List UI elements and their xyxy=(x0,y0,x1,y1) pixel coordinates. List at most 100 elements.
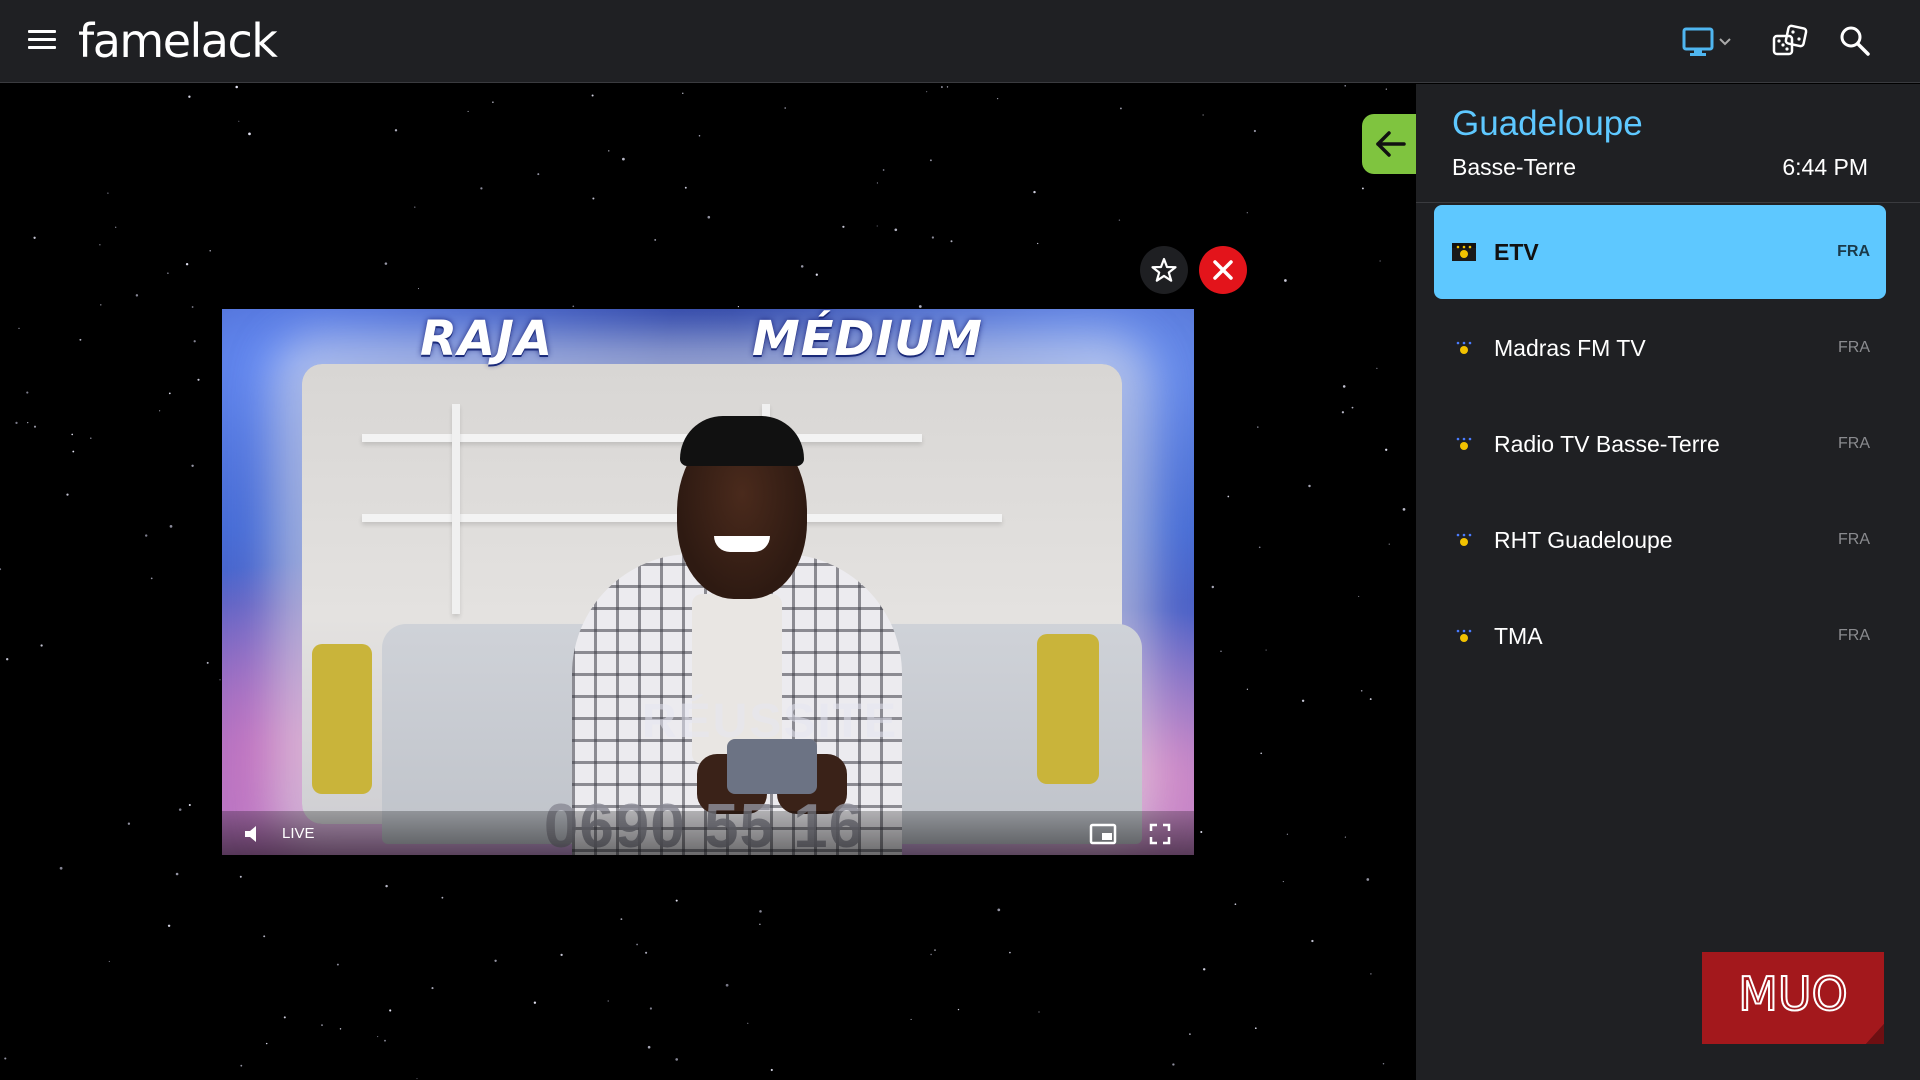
star-dot xyxy=(1379,260,1381,262)
star-dot xyxy=(27,421,29,424)
close-player-button[interactable] xyxy=(1199,246,1247,294)
star-dot xyxy=(219,679,221,681)
star-dot xyxy=(1260,752,1263,755)
star-dot xyxy=(1037,242,1039,245)
volume-icon xyxy=(245,826,256,842)
star-dot xyxy=(725,983,729,987)
star-dot xyxy=(240,1064,243,1067)
channel-item-etv[interactable]: ETV FRA xyxy=(1434,205,1886,299)
hamburger-menu-icon[interactable] xyxy=(24,26,60,56)
picture-in-picture-button[interactable] xyxy=(1088,821,1118,847)
fullscreen-button[interactable] xyxy=(1147,821,1173,847)
favorite-button[interactable] xyxy=(1140,246,1188,294)
dice-icon xyxy=(1772,24,1808,56)
star-dot xyxy=(127,822,131,825)
star-dot xyxy=(384,262,388,265)
star-dot xyxy=(707,215,711,219)
star-dot xyxy=(1370,973,1372,975)
star-dot xyxy=(150,577,153,580)
star-dot xyxy=(1344,85,1346,87)
channel-language: FRA xyxy=(1838,435,1870,452)
collapse-sidebar-button[interactable] xyxy=(1362,114,1418,174)
arrow-left-icon xyxy=(1376,131,1406,157)
star-dot xyxy=(882,169,885,171)
star-icon xyxy=(1151,257,1177,282)
star-dot xyxy=(26,391,29,394)
region-local-time: 6:44 PM xyxy=(1782,154,1868,180)
star-dot xyxy=(876,225,878,227)
star-dot xyxy=(1189,1033,1191,1035)
channel-name: RHT Guadeloupe xyxy=(1494,527,1673,553)
star-dot xyxy=(910,1018,912,1020)
star-dot xyxy=(1385,88,1387,90)
star-dot xyxy=(188,803,191,807)
video-title-right: MÉDIUM xyxy=(752,311,983,367)
star-dot xyxy=(957,1008,960,1011)
star-dot xyxy=(72,450,75,453)
star-dot xyxy=(188,95,191,98)
star-dot xyxy=(377,1036,379,1038)
star-dot xyxy=(675,1058,679,1061)
star-dot xyxy=(0,568,2,571)
star-dot xyxy=(492,101,494,103)
star-dot xyxy=(99,244,101,246)
channel-sidebar: Guadeloupe Basse-Terre 6:44 PM ETV FRA M… xyxy=(1416,84,1920,1080)
star-dot xyxy=(636,943,638,946)
star-dot xyxy=(996,97,999,100)
close-icon xyxy=(1213,260,1233,280)
star-dot xyxy=(1038,1011,1040,1013)
star-dot xyxy=(135,294,139,297)
star-dot xyxy=(1402,508,1406,511)
star-dot xyxy=(940,86,943,88)
star-dot xyxy=(759,923,761,926)
region-name[interactable]: Guadeloupe xyxy=(1452,104,1643,144)
search-button[interactable] xyxy=(1838,24,1872,58)
channel-item-rht-guadeloupe[interactable]: RHT Guadeloupe FRA xyxy=(1434,493,1886,587)
channel-language: FRA xyxy=(1838,531,1870,548)
star-dot xyxy=(33,236,36,239)
star-dot xyxy=(1282,881,1284,883)
star-dot xyxy=(197,378,200,381)
star-dot xyxy=(1382,1062,1385,1065)
video-player[interactable]: RAJA MÉDIUM RÉUSSITE 0690 55 16 32 LIVE xyxy=(222,309,1194,855)
star-dot xyxy=(1344,836,1346,838)
watermark-text: MUO xyxy=(1738,967,1848,1021)
star-dot xyxy=(1009,951,1011,954)
star-dot xyxy=(1254,1027,1257,1030)
star-dot xyxy=(175,872,179,876)
fullscreen-icon xyxy=(1149,823,1171,845)
guadeloupe-flag-icon xyxy=(1456,437,1472,450)
star-dot xyxy=(1202,968,1206,971)
star-dot xyxy=(394,129,398,132)
star-dot xyxy=(263,935,266,938)
star-dot xyxy=(79,338,82,341)
star-dot xyxy=(592,197,595,200)
star-dot xyxy=(684,186,687,189)
channel-language: FRA xyxy=(1838,627,1870,644)
star-dot xyxy=(167,272,169,274)
channel-item-radio-tv-basse-terre[interactable]: Radio TV Basse-Terre FRA xyxy=(1434,397,1886,491)
muo-watermark-logo: MUO xyxy=(1702,952,1884,1044)
star-dot xyxy=(1358,595,1360,597)
star-dot xyxy=(654,238,657,241)
device-selector-button[interactable] xyxy=(1680,24,1740,60)
star-dot xyxy=(876,182,878,184)
random-channel-button[interactable] xyxy=(1770,22,1810,62)
channel-item-madras-fm-tv[interactable]: Madras FM TV FRA xyxy=(1434,301,1886,395)
app-logo[interactable]: famelack xyxy=(78,14,278,68)
star-dot xyxy=(1284,279,1287,282)
star-dot xyxy=(145,534,148,537)
region-header: Guadeloupe Basse-Terre 6:44 PM xyxy=(1416,84,1920,203)
star-dot xyxy=(1202,114,1204,116)
star-dot xyxy=(191,464,194,468)
star-dot xyxy=(533,1001,537,1004)
star-dot xyxy=(759,910,762,913)
star-dot xyxy=(930,953,932,956)
channel-language: FRA xyxy=(1837,243,1870,260)
star-dot xyxy=(1220,650,1222,652)
star-dot xyxy=(321,1024,323,1026)
star-dot xyxy=(1200,830,1203,834)
star-dot xyxy=(33,425,37,428)
channel-item-tma[interactable]: TMA FRA xyxy=(1434,589,1886,683)
volume-button[interactable] xyxy=(242,823,266,845)
